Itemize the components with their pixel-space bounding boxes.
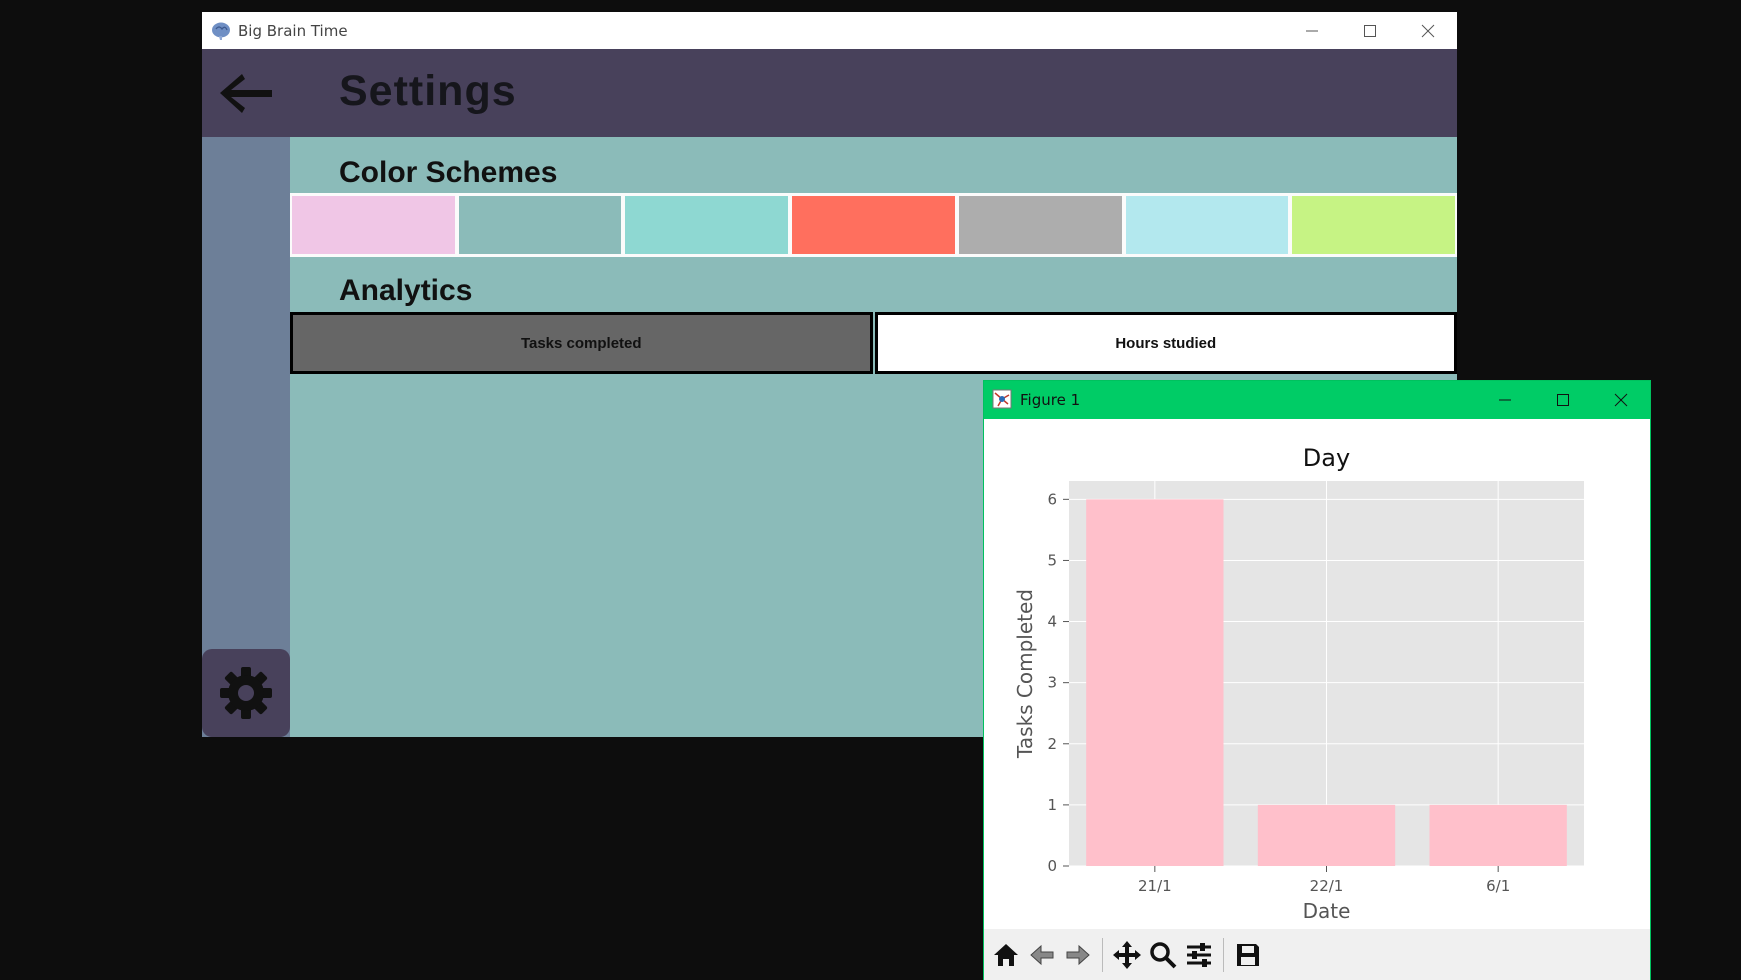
tab-hours-studied[interactable]: Hours studied [874, 312, 1457, 374]
maximize-button[interactable] [1341, 12, 1399, 49]
x-axis-label: Date [1303, 899, 1351, 923]
y-tick-label: 0 [1047, 857, 1057, 875]
save-icon [1237, 943, 1259, 966]
y-tick-label: 6 [1047, 490, 1057, 508]
x-tick-label: 21/1 [1138, 877, 1172, 895]
save-button[interactable] [1230, 936, 1266, 974]
swatch-sage[interactable] [458, 196, 622, 254]
matplotlib-icon [992, 389, 1014, 411]
bar-22/1 [1257, 804, 1396, 866]
swatch-gray[interactable] [958, 196, 1122, 254]
figure-minimize-button[interactable] [1476, 381, 1534, 419]
back-icon [1030, 944, 1054, 965]
zoom-button[interactable] [1145, 936, 1181, 974]
figure-titlebar: Figure 1 [984, 381, 1650, 419]
figure-close-button[interactable] [1592, 381, 1650, 419]
forward-icon [1066, 944, 1090, 965]
back-button[interactable] [210, 61, 282, 125]
swatch-light-blue[interactable] [1125, 196, 1289, 254]
settings-button[interactable] [202, 649, 290, 737]
y-tick-label: 2 [1047, 735, 1057, 753]
home-icon [994, 943, 1018, 966]
sidebar [202, 137, 290, 737]
bar-21/1 [1086, 499, 1224, 866]
home-button[interactable] [988, 936, 1024, 974]
configure-button[interactable] [1181, 936, 1217, 974]
window-title: Big Brain Time [238, 21, 348, 40]
back-arrow-icon [220, 74, 272, 113]
y-tick-label: 5 [1047, 551, 1057, 569]
y-axis-label: Tasks Completed [1013, 589, 1037, 759]
minimize-button[interactable] [1283, 12, 1341, 49]
toolbar-separator [1223, 937, 1224, 972]
swatch-coral[interactable] [792, 196, 955, 254]
figure-title: Figure 1 [1020, 391, 1081, 409]
bar-chart: 0 1 2 3 4 5 6 21/1 22/1 6/1 Day Date Tasks Completed [1013, 444, 1584, 923]
tab-tasks-completed[interactable]: Tasks completed [290, 312, 873, 374]
x-tick-label: 22/1 [1310, 877, 1344, 895]
forward-view-button[interactable] [1060, 936, 1096, 974]
figure-maximize-button[interactable] [1534, 381, 1592, 419]
y-tick-label: 3 [1047, 674, 1057, 692]
color-schemes-title: Color Schemes [339, 156, 558, 189]
pan-button[interactable] [1109, 936, 1145, 974]
gear-icon [220, 667, 272, 719]
back-view-button[interactable] [1024, 936, 1060, 974]
window-titlebar: Big Brain Time [202, 12, 1457, 49]
color-swatch-row [290, 193, 1457, 257]
swatch-teal[interactable] [625, 196, 789, 254]
figure-toolbar [984, 929, 1650, 980]
zoom-icon [1150, 941, 1177, 968]
analytics-title: Analytics [339, 274, 473, 307]
x-tick-label: 6/1 [1486, 877, 1510, 895]
close-button[interactable] [1399, 12, 1457, 49]
y-tick-label: 1 [1047, 796, 1057, 814]
chart-title: Day [1303, 444, 1350, 472]
figure-window: Figure 1 0 1 2 3 4 5 6 21/1 22/1 6/1 Day Date Tasks … [984, 381, 1650, 980]
pan-icon [1113, 940, 1141, 969]
configure-icon [1187, 942, 1211, 967]
swatch-pink[interactable] [292, 196, 455, 254]
toolbar-separator [1102, 937, 1103, 972]
brain-icon [210, 20, 232, 42]
analytics-tabs: Tasks completed Hours studied [290, 312, 1457, 374]
app-header: Settings [202, 49, 1457, 137]
bar-6/1 [1429, 804, 1567, 866]
swatch-lime[interactable] [1292, 196, 1456, 254]
page-title: Settings [339, 67, 517, 115]
y-tick-label: 4 [1047, 613, 1057, 631]
